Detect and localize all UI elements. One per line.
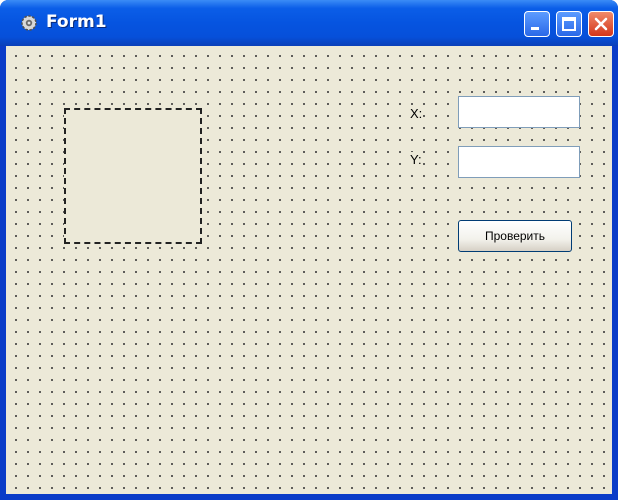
- minimize-icon: [531, 27, 539, 30]
- close-button[interactable]: [588, 11, 614, 37]
- close-icon: [594, 17, 608, 31]
- title-bar[interactable]: Form1: [0, 0, 618, 46]
- x-input[interactable]: [458, 96, 580, 128]
- y-input[interactable]: [458, 146, 580, 178]
- maximize-icon: [562, 17, 576, 31]
- form-client-area: X: Y: Проверить: [6, 46, 612, 494]
- window-title: Form1: [46, 12, 107, 32]
- check-button[interactable]: Проверить: [458, 220, 572, 252]
- form-window: Form1 X: Y: Проверить: [0, 0, 618, 500]
- minimize-button[interactable]: [524, 11, 550, 37]
- gear-icon[interactable]: [20, 14, 38, 32]
- dashed-panel[interactable]: [64, 108, 202, 244]
- y-label: Y:: [409, 152, 423, 168]
- x-label: X:: [409, 106, 424, 122]
- maximize-button[interactable]: [556, 11, 582, 37]
